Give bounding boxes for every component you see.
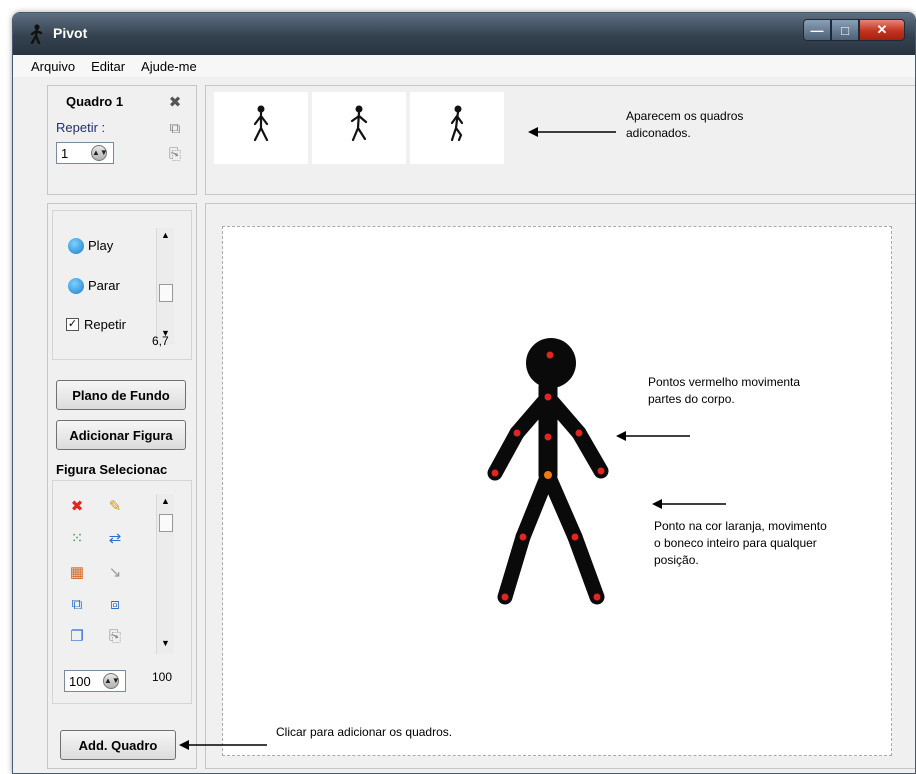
window-title: Pivot <box>53 25 88 41</box>
repeat-label: Repetir : <box>56 120 106 135</box>
pivot-app-icon <box>30 24 43 44</box>
stop-label[interactable]: Parar <box>88 278 120 293</box>
scroll-down-icon[interactable]: ▼ <box>161 638 170 648</box>
minimize-icon: — <box>810 22 824 38</box>
repeat-spinner[interactable]: 1 ▲▼ <box>56 142 114 164</box>
title-bar[interactable]: Pivot — □ ✕ <box>13 13 915 55</box>
repeat-value: 1 <box>61 145 69 161</box>
animation-canvas[interactable] <box>222 226 892 756</box>
send-back-icon[interactable]: ⧈ <box>106 596 124 614</box>
red-points-annotation: Pontos vermelho movimenta partes do corp… <box>648 375 801 406</box>
joint-point[interactable] <box>546 351 554 359</box>
arrow-left-icon <box>528 127 616 137</box>
frames-strip: Aparecem os quadros adiconados. <box>205 85 915 195</box>
center-icon[interactable]: ⁙ <box>68 530 86 548</box>
joint-point[interactable] <box>575 429 583 437</box>
speed-value: 6,7 <box>152 334 169 348</box>
repeat-check-label[interactable]: Repetir <box>84 317 126 332</box>
delete-frame-icon[interactable]: ✖ <box>166 94 184 112</box>
frame-thumbnail[interactable] <box>410 92 504 164</box>
stick-figure[interactable] <box>223 227 891 755</box>
copy-icon[interactable]: ❐ <box>68 628 86 646</box>
bring-front-icon[interactable]: ⧉ <box>68 596 86 614</box>
close-icon: ✕ <box>876 22 888 37</box>
joint-point[interactable] <box>593 593 601 601</box>
color-icon[interactable]: ▦ <box>68 564 86 582</box>
add-frame-annotation: Clicar para adicionar os quadros. <box>276 724 476 741</box>
background-button[interactable]: Plano de Fundo <box>56 380 186 410</box>
frame-label: Quadro 1 <box>66 94 124 109</box>
joint-point[interactable] <box>544 433 552 441</box>
frames-annotation: Aparecem os quadros adiconados. <box>626 109 744 140</box>
paste-frame-icon[interactable]: ⎘ <box>166 146 184 164</box>
add-frame-button[interactable]: Add. Quadro <box>60 730 176 760</box>
scroll-up-icon[interactable]: ▲ <box>161 230 170 240</box>
menu-editar[interactable]: Editar <box>91 59 125 74</box>
maximize-icon: □ <box>841 22 849 38</box>
paste-icon[interactable]: ⎘ <box>106 628 124 646</box>
figure-scroll-thumb[interactable] <box>159 514 173 532</box>
play-label[interactable]: Play <box>88 238 113 253</box>
arrow-left-icon <box>616 431 690 441</box>
joint-point[interactable] <box>513 429 521 437</box>
selected-figure-label: Figura Selecionac <box>56 462 168 477</box>
edit-pencil-icon[interactable]: ✎ <box>106 498 124 516</box>
stick-figure-thumbnail <box>253 105 269 142</box>
play-icon[interactable] <box>68 238 84 254</box>
close-button[interactable]: ✕ <box>859 19 905 41</box>
delete-icon[interactable]: ✖ <box>68 498 86 516</box>
orange-point-annotation: Ponto na cor laranja, movimento o boneco… <box>654 519 827 567</box>
segment-icon[interactable]: ↘ <box>106 564 124 582</box>
arrow-left-icon <box>652 499 726 509</box>
menu-bar: Arquivo Editar Ajude-me <box>13 55 915 77</box>
spinner-arrows-icon[interactable]: ▲▼ <box>91 145 108 161</box>
joint-point[interactable] <box>571 533 579 541</box>
frame-info-panel: Quadro 1 Repetir : 1 ▲▼ ✖ ⧉ ⎘ <box>47 85 197 195</box>
move-whole-figure-point[interactable] <box>544 471 552 479</box>
joint-point[interactable] <box>491 469 499 477</box>
flip-icon[interactable]: ⇄ <box>106 530 124 548</box>
speed-scroll-thumb[interactable] <box>159 284 173 302</box>
stick-figure-thumbnail <box>350 105 368 142</box>
arrow-left-icon <box>179 740 267 750</box>
minimize-button[interactable]: — <box>803 19 831 41</box>
frame-thumbnail[interactable] <box>214 92 308 164</box>
scroll-up-icon[interactable]: ▲ <box>161 496 170 506</box>
left-control-panel: Play Parar ✓ Repetir ▲ ▼ 6,7 Plano de Fu… <box>47 203 197 769</box>
scale-value: 100 <box>152 670 173 684</box>
joint-point[interactable] <box>544 393 552 401</box>
maximize-button[interactable]: □ <box>831 19 859 41</box>
joint-point[interactable] <box>597 467 605 475</box>
speed-scrollbar[interactable]: ▲ ▼ <box>156 228 174 344</box>
joint-point[interactable] <box>519 533 527 541</box>
repeat-checkbox[interactable]: ✓ <box>66 318 79 331</box>
copy-frame-icon[interactable]: ⧉ <box>166 120 184 138</box>
joint-point[interactable] <box>501 593 509 601</box>
figure-tools-scrollbar[interactable]: ▲ ▼ <box>156 494 174 654</box>
frame-thumbnail[interactable] <box>312 92 406 164</box>
spinner-arrows-icon[interactable]: ▲▼ <box>103 673 120 689</box>
menu-ajude-me[interactable]: Ajude-me <box>141 59 197 74</box>
size-spinner[interactable]: 100 ▲▼ <box>64 670 126 692</box>
canvas-panel: Pontos vermelho movimenta partes do corp… <box>205 203 915 769</box>
size-value: 100 <box>69 673 91 689</box>
stick-figure-thumbnail <box>450 105 464 142</box>
add-figure-button[interactable]: Adicionar Figura <box>56 420 186 450</box>
menu-arquivo[interactable]: Arquivo <box>31 59 75 74</box>
stop-icon[interactable] <box>68 278 84 294</box>
pivot-window: Pivot — □ ✕ Arquivo Editar Ajude-me Quad… <box>12 12 916 774</box>
